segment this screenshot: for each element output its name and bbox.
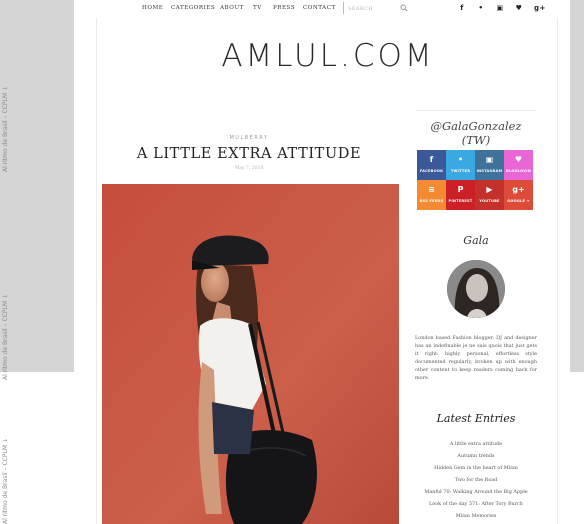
nav-home[interactable]: HOME (142, 5, 163, 11)
youtube-tile[interactable]: ▶ YOUTUBE (475, 180, 504, 210)
background-panel (0, 0, 74, 372)
list-item[interactable]: Two for the Road (415, 474, 537, 486)
bloglovin-icon[interactable]: ♥ (514, 3, 524, 13)
google-plus-icon[interactable]: g+ (534, 3, 545, 13)
nav-tv[interactable]: TV (253, 5, 262, 11)
list-item[interactable]: Manfid 70: Walking Around the Big Apple (415, 486, 537, 498)
author-bio: London based Fashion blogger, DJ and des… (415, 335, 537, 381)
search-icon[interactable] (400, 4, 408, 12)
blog-page: HOME CATEGORIES ABOUT TV PRESS CONTACT f… (74, 0, 570, 524)
nav-contact[interactable]: CONTACT (303, 5, 336, 11)
bloglovin-tile[interactable]: ♥ BLOGLOVIN (504, 150, 533, 180)
google-plus-tile[interactable]: g+ GOOGLE + (504, 180, 533, 210)
instagram-icon[interactable]: ▣ (495, 3, 505, 13)
nav-about[interactable]: ABOUT (220, 5, 244, 11)
list-item[interactable]: Hidden Gem in the heart of Milan (415, 462, 537, 474)
twitter-handle[interactable]: @GalaGonzalez (TW) (415, 119, 537, 147)
latest-entries-list: A little extra attitude Autumn trends Hi… (415, 438, 537, 522)
post-title[interactable]: A LITTLE EXTRA ATTITUDE (97, 146, 401, 162)
site-logo[interactable]: AMLUL.COM (97, 38, 559, 74)
facebook-icon[interactable]: f (457, 3, 467, 13)
nav-categories[interactable]: CATEGORIES (171, 5, 215, 11)
avatar[interactable] (447, 260, 505, 318)
google-plus-icon: g+ (512, 185, 525, 194)
side-caption: Al ritmo de Brasil – CCPLM ↓ (2, 294, 9, 380)
facebook-icon: f (429, 155, 434, 164)
content-frame: AMLUL.COM MULBERRY A LITTLE EXTRA ATTITU… (96, 18, 558, 524)
tile-label: TWITTER (450, 169, 471, 173)
twitter-icon: • (457, 155, 464, 164)
post-date: May 7, 2018 (234, 166, 264, 171)
youtube-icon: ▶ (486, 185, 493, 194)
rss-icon: ≡ (428, 185, 435, 194)
tile-label: INSTAGRAM (476, 169, 503, 173)
nav-divider (343, 2, 344, 14)
tile-label: GOOGLE + (507, 199, 530, 203)
search-input[interactable] (348, 3, 408, 14)
twitter-tile[interactable]: • TWITTER (446, 150, 475, 180)
tile-label: YOUTUBE (479, 199, 500, 203)
tile-label: PINTEREST (448, 199, 473, 203)
list-item[interactable]: Autumn trends (415, 450, 537, 462)
pinterest-icon: P (457, 185, 464, 194)
tile-label: FACEBOOK (419, 169, 444, 173)
top-navigation: HOME CATEGORIES ABOUT TV PRESS CONTACT f… (74, 0, 570, 18)
tile-label: RSS FEEDS (419, 199, 444, 203)
facebook-tile[interactable]: f FACEBOOK (417, 150, 446, 180)
background-sheet (0, 372, 74, 524)
instagram-icon: ▣ (485, 155, 494, 164)
nav-press[interactable]: PRESS (273, 5, 295, 11)
sidebar-divider (415, 110, 537, 111)
post-photo[interactable] (102, 184, 399, 524)
author-name: Gala (463, 234, 489, 247)
post-category[interactable]: MULBERRY (97, 135, 401, 141)
pinterest-tile[interactable]: P PINTEREST (446, 180, 475, 210)
list-item[interactable]: Look of the day 571: After Tory Burch (415, 498, 537, 510)
rss-tile[interactable]: ≡ RSS FEEDS (417, 180, 446, 210)
bloglovin-icon: ♥ (514, 155, 523, 164)
side-caption: Al ritmo de Brasil – CCPLM ↓ (2, 438, 9, 524)
instagram-tile[interactable]: ▣ INSTAGRAM (475, 150, 504, 180)
list-item[interactable]: Milan Memories (415, 510, 537, 522)
tile-label: BLOGLOVIN (506, 169, 531, 173)
list-item[interactable]: A little extra attitude (415, 438, 537, 450)
avatar-image (447, 260, 505, 318)
latest-entries-heading: Latest Entries (436, 412, 516, 425)
side-caption: Al ritmo de Brasil – CCPLM ↓ (2, 86, 9, 172)
post-photo-image (102, 184, 399, 524)
twitter-icon[interactable]: • (476, 3, 486, 13)
right-background-panel (570, 0, 584, 372)
